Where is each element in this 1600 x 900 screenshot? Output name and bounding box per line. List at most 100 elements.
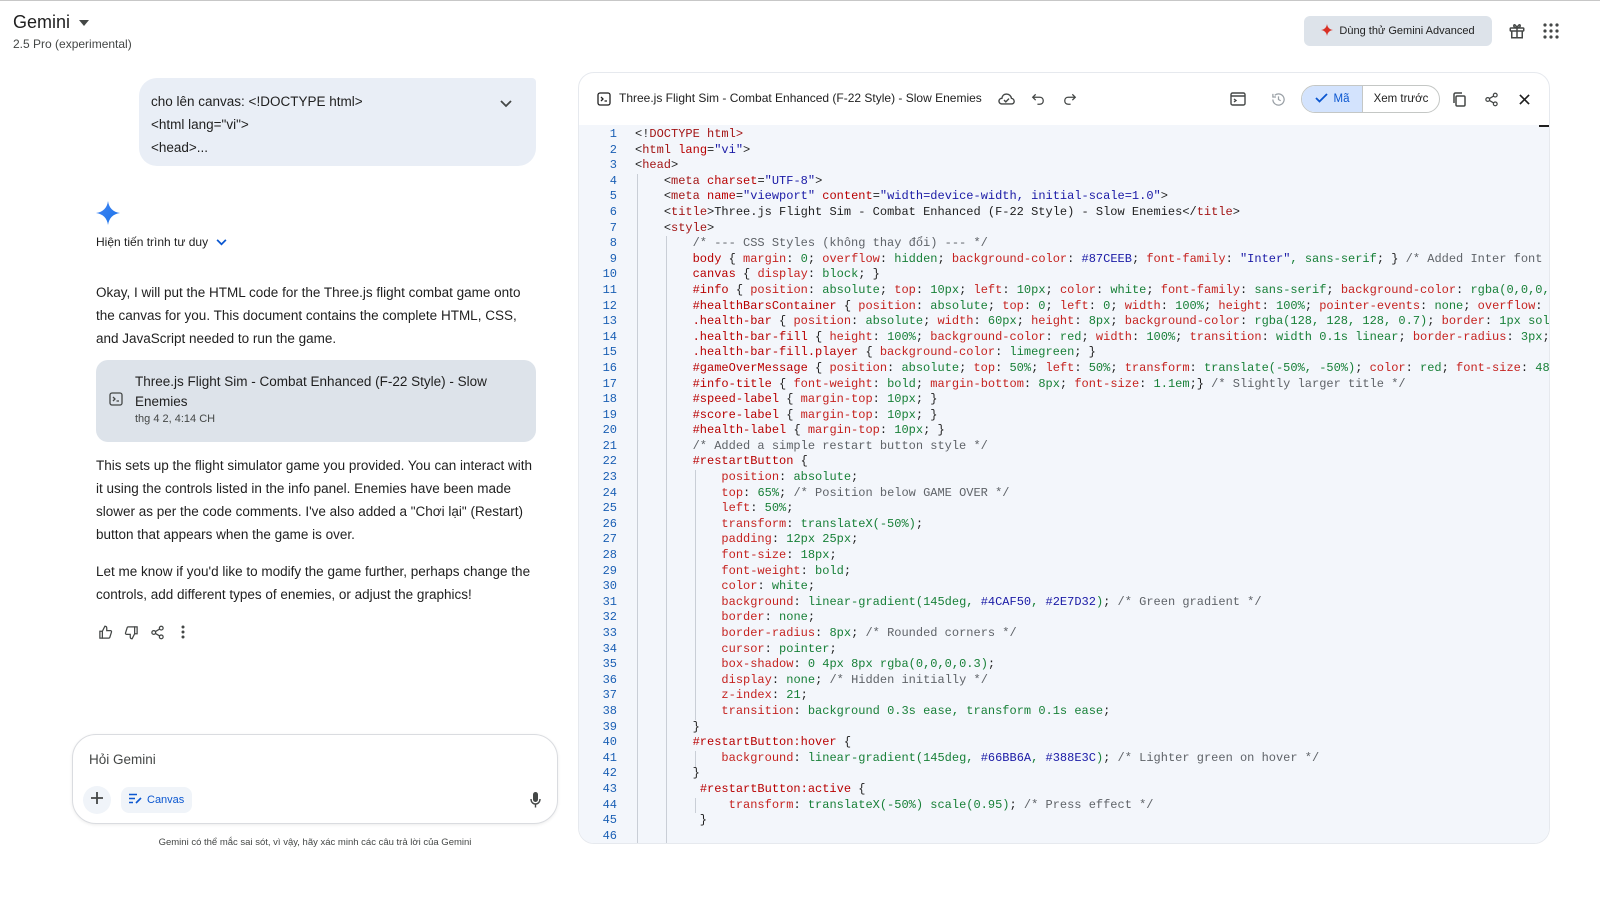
line-number: 35	[602, 657, 617, 672]
top-border	[0, 0, 1600, 1]
canvas-icon	[129, 793, 142, 807]
code-line: background: linear-gradient(145deg, #66B…	[721, 750, 1320, 765]
copy-icon[interactable]	[1448, 88, 1470, 110]
share-icon[interactable]	[148, 623, 166, 641]
code-line: #restartButton:active {	[699, 781, 866, 796]
code-line: #speed-label { margin-top: 10px; }	[692, 392, 938, 407]
line-number: 26	[602, 516, 617, 531]
line-number: 33	[602, 626, 617, 640]
try-advanced-button[interactable]: Dùng thử Gemini Advanced	[1304, 16, 1492, 46]
preview-tab[interactable]: Xem trước	[1363, 86, 1439, 112]
line-number: 40	[602, 735, 617, 750]
indent-guide	[694, 751, 696, 767]
add-attachment-button[interactable]	[83, 786, 111, 814]
code-line: /* Added a simple restart button style *…	[692, 438, 988, 453]
code-document-icon	[109, 392, 123, 406]
code-line: canvas { display: block; }	[692, 267, 880, 282]
line-number: 46	[602, 828, 617, 843]
share-icon[interactable]	[1480, 88, 1502, 110]
thumbs-up-icon[interactable]	[96, 623, 114, 641]
code-line: #restartButton {	[692, 454, 808, 469]
line-number: 39	[602, 719, 617, 734]
gift-icon[interactable]	[1506, 20, 1528, 42]
indent-guide	[694, 470, 696, 720]
line-number: 30	[602, 579, 617, 594]
thumbs-down-icon[interactable]	[122, 623, 140, 641]
line-number: 11	[602, 282, 617, 297]
code-tab[interactable]: Mã	[1302, 86, 1363, 112]
model-switcher[interactable]: Gemini	[13, 12, 132, 33]
app-title: Gemini	[13, 12, 71, 32]
code-line: font-size: 18px;	[721, 548, 837, 563]
code-line: }	[635, 813, 708, 828]
canvas-chip-label: Canvas	[147, 794, 185, 806]
line-number-gutter: 1 2 3 4 5 6 7 8 9 10 11 12 13 14 15 16 17 18 19 20 21 22 23 24 2…	[579, 125, 627, 843]
code-line: transition: background 0.3s ease, transf…	[721, 703, 1111, 718]
chevron-down-icon	[216, 235, 227, 249]
code-line: }	[635, 766, 700, 781]
code-line: transform: translateX(-50%);	[721, 516, 924, 531]
code-line: left: 50%;	[721, 501, 794, 516]
history-icon[interactable]	[1267, 88, 1289, 110]
redo-icon[interactable]	[1059, 88, 1081, 110]
chevron-down-icon[interactable]	[496, 94, 516, 114]
code-line: <html lang="vi">	[635, 142, 751, 157]
caret-down-icon[interactable]	[76, 15, 92, 31]
response-paragraph: Let me know if you'd like to modify the …	[96, 564, 531, 602]
code-line: }	[635, 719, 700, 734]
canvas-title: Three.js Flight Sim - Combat Enhanced (F…	[619, 91, 982, 105]
canvas-document-card[interactable]: Three.js Flight Sim - Combat Enhanced (F…	[96, 360, 536, 442]
cloud-saved-icon[interactable]	[995, 88, 1017, 110]
apps-grid-icon[interactable]	[1540, 20, 1562, 42]
code-line: padding: 12px 25px;	[721, 532, 859, 547]
more-vertical-icon[interactable]	[174, 623, 192, 641]
line-number: 45	[602, 813, 617, 828]
code-line: /* --- CSS Styles (không thay đổi) --- *…	[692, 236, 988, 251]
canvas-tool-chip[interactable]: Canvas	[121, 787, 193, 813]
line-number: 15	[602, 345, 617, 360]
line-number: 19	[602, 407, 617, 422]
view-toggle: Mã Xem trước	[1301, 85, 1440, 113]
code-line: <meta charset="UTF-8">	[663, 173, 823, 188]
line-number: 2	[609, 142, 617, 157]
code-line: .health-bar-fill.player { background-col…	[692, 345, 1096, 360]
line-number: 28	[602, 548, 617, 563]
code-line: #health-label { margin-top: 10px; }	[692, 423, 945, 438]
line-number: 22	[602, 454, 617, 469]
code-line: border-radius: 8px; /* Rounded corners *…	[721, 626, 1017, 640]
line-number: 34	[602, 641, 617, 656]
code-line: #restartButton:hover {	[692, 735, 852, 750]
line-number: 5	[609, 189, 617, 204]
brand: Gemini 2.5 Pro (experimental)	[13, 12, 132, 51]
line-number: 43	[602, 781, 617, 796]
console-icon[interactable]	[1227, 88, 1249, 110]
model-name: 2.5 Pro (experimental)	[13, 37, 132, 51]
line-number: 21	[602, 438, 617, 453]
line-number: 1	[609, 127, 617, 141]
code-line: <style>	[663, 220, 715, 235]
code-line: box-shadow: 0 4px 8px rgba(0,0,0,0.3);	[721, 657, 996, 672]
gemini-sparkle-icon	[96, 201, 120, 225]
code-line: #info { position: absolute; top: 10px; l…	[692, 282, 1550, 297]
code-line: #gameOverMessage { position: absolute; t…	[692, 360, 1550, 375]
code-line: .health-bar-fill { height: 100%; backgro…	[692, 329, 1550, 344]
code-line: <!DOCTYPE html>	[635, 127, 744, 141]
code-content[interactable]: <!DOCTYPE html> <html lang="vi"> <head> <m…	[635, 125, 1550, 843]
line-number: 37	[602, 688, 617, 703]
close-icon[interactable]	[1513, 88, 1535, 110]
line-number: 32	[602, 610, 617, 625]
code-line: color: white;	[721, 579, 816, 594]
code-document-icon	[597, 92, 611, 106]
code-editor[interactable]: 1 2 3 4 5 6 7 8 9 10 11 12 13 14 15 16 17 18 19 20 21 22 23 24 2…	[579, 125, 1550, 843]
microphone-icon[interactable]	[525, 789, 545, 811]
undo-icon[interactable]	[1027, 88, 1049, 110]
show-thinking-toggle[interactable]: Hiện tiến trình tư duy	[96, 235, 227, 249]
code-line: <head>	[635, 158, 679, 173]
line-number: 16	[602, 360, 617, 375]
editor-scrollbar[interactable]	[1539, 125, 1549, 127]
prompt-input[interactable]	[89, 747, 529, 771]
code-line: border: none;	[721, 610, 816, 625]
code-line: position: absolute;	[721, 470, 859, 485]
line-number: 20	[602, 423, 617, 438]
